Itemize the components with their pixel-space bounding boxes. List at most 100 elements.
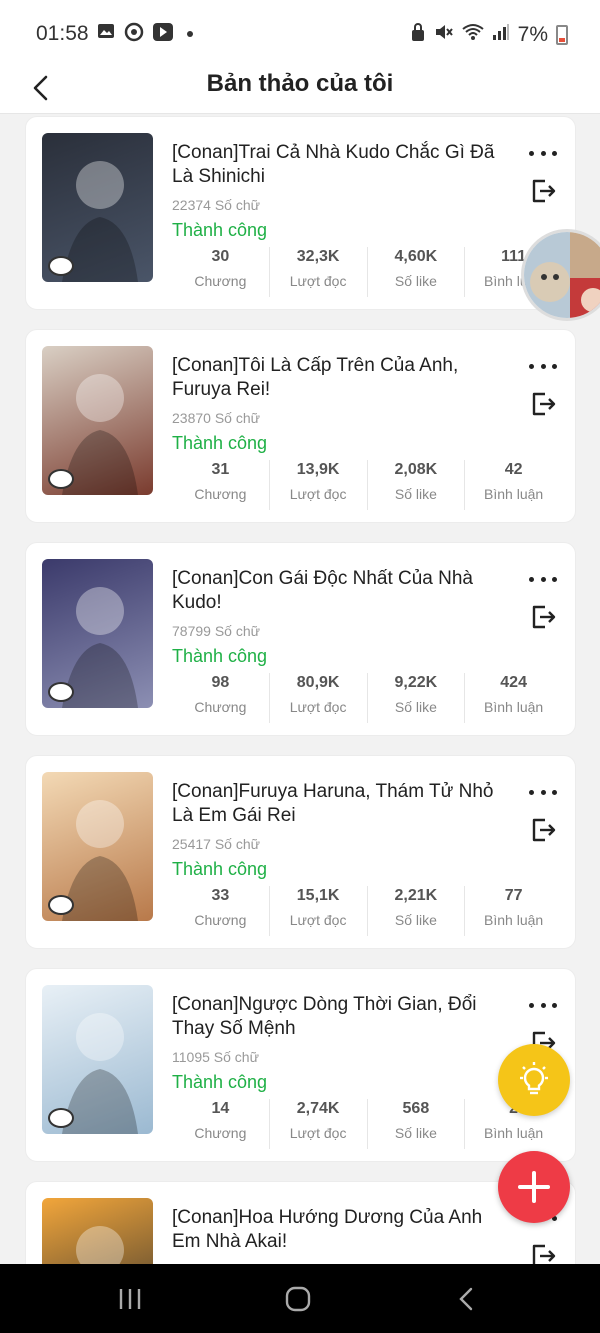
- export-button[interactable]: [529, 390, 557, 418]
- draft-status: Thành công: [172, 1072, 268, 1092]
- stat-chapters-value: 33: [211, 887, 230, 904]
- draft-cover-image[interactable]: [42, 346, 153, 495]
- more-dot: [540, 576, 546, 582]
- draft-title[interactable]: [Conan]Ngược Dòng Thời Gian, Đổi Thay Số…: [172, 993, 512, 1041]
- draft-word-count: 22374 Số chữ: [172, 197, 260, 213]
- stat-comments-label: Bình luận: [484, 1125, 544, 1141]
- stat-chapters-value: 98: [211, 674, 230, 691]
- draft-word-count: 11095 Số chữ: [172, 1049, 259, 1065]
- stat-likes-value: 4,60K: [394, 248, 438, 265]
- stat-likes-value: 2,08K: [394, 461, 438, 478]
- more-dot: [540, 363, 546, 369]
- stat-reads-value: 13,9K: [296, 461, 340, 478]
- more-dot: [540, 789, 546, 795]
- draft-title[interactable]: [Conan]Furuya Haruna, Thám Tử Nhỏ Là Em …: [172, 780, 512, 828]
- stat-comments-value: 77: [504, 887, 523, 904]
- stat-likes: 9,22K Số like: [366, 673, 465, 723]
- stat-reads-value: 15,1K: [296, 887, 340, 904]
- stat-comments-label: Bình luận: [484, 486, 544, 502]
- stat-likes-label: Số like: [394, 486, 437, 502]
- more-dot: [529, 576, 534, 582]
- draft-card[interactable]: [Conan]Con Gái Độc Nhất Của Nhà Kudo! 78…: [25, 542, 576, 736]
- draft-status: Thành công: [172, 433, 268, 453]
- home-button[interactable]: [278, 1284, 318, 1314]
- idea-button[interactable]: [498, 1044, 570, 1116]
- lock-icon: [410, 22, 426, 48]
- draft-stats: 30 Chương 32,3K Lượt đọc 4,60K Số like 1…: [172, 247, 562, 297]
- export-button[interactable]: [529, 177, 557, 205]
- status-right: 7%: [410, 22, 568, 48]
- system-nav-bar: [0, 1264, 600, 1333]
- draft-cover-image[interactable]: [42, 772, 153, 921]
- cover-figure: [76, 1226, 124, 1264]
- draft-word-count: 78799 Số chữ: [172, 623, 260, 639]
- stat-likes-value: 9,22K: [394, 674, 438, 691]
- stat-likes-value: 568: [402, 1100, 430, 1117]
- draft-cover-image[interactable]: [42, 1198, 153, 1264]
- status-bar: 01:58 7%: [0, 0, 600, 64]
- stat-likes-label: Số like: [394, 273, 437, 289]
- more-options-button[interactable]: [529, 995, 557, 1015]
- stat-likes-label: Số like: [394, 1125, 437, 1141]
- more-dot: [552, 363, 557, 369]
- more-dot: [552, 1002, 557, 1008]
- more-options-button[interactable]: [529, 782, 557, 802]
- draft-title[interactable]: [Conan]Con Gái Độc Nhất Của Nhà Kudo!: [172, 567, 512, 615]
- back-nav-button[interactable]: [446, 1284, 486, 1314]
- stat-chapters-value: 14: [211, 1100, 230, 1117]
- more-dot: [540, 1002, 546, 1008]
- export-icon: [532, 392, 556, 416]
- app-bar: Bản thảo của tôi: [0, 64, 600, 114]
- more-options-button[interactable]: [529, 356, 557, 376]
- draft-cover-image[interactable]: [42, 559, 153, 708]
- more-options-button[interactable]: [529, 569, 557, 589]
- stat-reads: 32,3K Lượt đọc: [268, 247, 367, 297]
- stat-chapters-label: Chương: [194, 912, 247, 928]
- stat-likes-label: Số like: [394, 699, 437, 715]
- battery-text: 7%: [517, 23, 548, 46]
- stat-comments-value: 424: [500, 674, 527, 691]
- export-icon: [532, 818, 556, 842]
- draft-card[interactable]: [Conan]Ngược Dòng Thời Gian, Đổi Thay Số…: [25, 968, 576, 1162]
- stat-likes: 4,60K Số like: [366, 247, 465, 297]
- export-icon: [532, 179, 556, 203]
- stat-comments: 77 Bình luận: [464, 886, 562, 936]
- stat-chapters-label: Chương: [194, 1125, 247, 1141]
- draft-stats: 33 Chương 15,1K Lượt đọc 2,21K Số like 7…: [172, 886, 562, 936]
- stat-reads-value: 2,74K: [296, 1100, 340, 1117]
- more-dot: [552, 789, 557, 795]
- signal-icon: [492, 23, 510, 47]
- draft-card[interactable]: [Conan]Furuya Haruna, Thám Tử Nhỏ Là Em …: [25, 755, 576, 949]
- stat-likes: 2,08K Số like: [366, 460, 465, 510]
- draft-card[interactable]: [Conan]Trai Cả Nhà Kudo Chắc Gì Đã Là Sh…: [25, 116, 576, 310]
- export-button[interactable]: [529, 603, 557, 631]
- export-button[interactable]: [529, 1242, 557, 1264]
- chat-bubble-icon: [48, 682, 74, 702]
- draft-title[interactable]: [Conan]Hoa Hướng Dương Của Anh Em Nhà Ak…: [172, 1206, 512, 1254]
- export-button[interactable]: [529, 816, 557, 844]
- stat-chapters-value: 31: [211, 461, 230, 478]
- stat-chapters: 33 Chương: [172, 886, 269, 936]
- draft-status: Thành công: [172, 646, 268, 666]
- draft-card[interactable]: [Conan]Tôi Là Cấp Trên Của Anh, Furuya R…: [25, 329, 576, 523]
- stat-chapters: 31 Chương: [172, 460, 269, 510]
- wifi-icon: [462, 23, 484, 47]
- stat-chapters-label: Chương: [194, 699, 247, 715]
- status-time: 01:58: [36, 22, 89, 45]
- more-options-button[interactable]: [529, 143, 557, 163]
- stat-reads-label: Lượt đọc: [289, 273, 347, 289]
- draft-title[interactable]: [Conan]Tôi Là Cấp Trên Của Anh, Furuya R…: [172, 354, 512, 402]
- draft-cover-image[interactable]: [42, 133, 153, 282]
- draft-card[interactable]: [Conan]Hoa Hướng Dương Của Anh Em Nhà Ak…: [25, 1181, 576, 1264]
- stat-reads-label: Lượt đọc: [289, 699, 347, 715]
- recent-apps-button[interactable]: [110, 1284, 150, 1314]
- chat-bubble-icon: [48, 895, 74, 915]
- home-icon: [285, 1286, 311, 1312]
- add-draft-button[interactable]: [498, 1151, 570, 1223]
- stat-likes: 2,21K Số like: [366, 886, 465, 936]
- lightbulb-icon: [520, 1062, 548, 1095]
- draft-stats: 98 Chương 80,9K Lượt đọc 9,22K Số like 4…: [172, 673, 562, 723]
- draft-title[interactable]: [Conan]Trai Cả Nhà Kudo Chắc Gì Đã Là Sh…: [172, 141, 512, 189]
- draft-cover-image[interactable]: [42, 985, 153, 1134]
- more-dot: [529, 150, 534, 156]
